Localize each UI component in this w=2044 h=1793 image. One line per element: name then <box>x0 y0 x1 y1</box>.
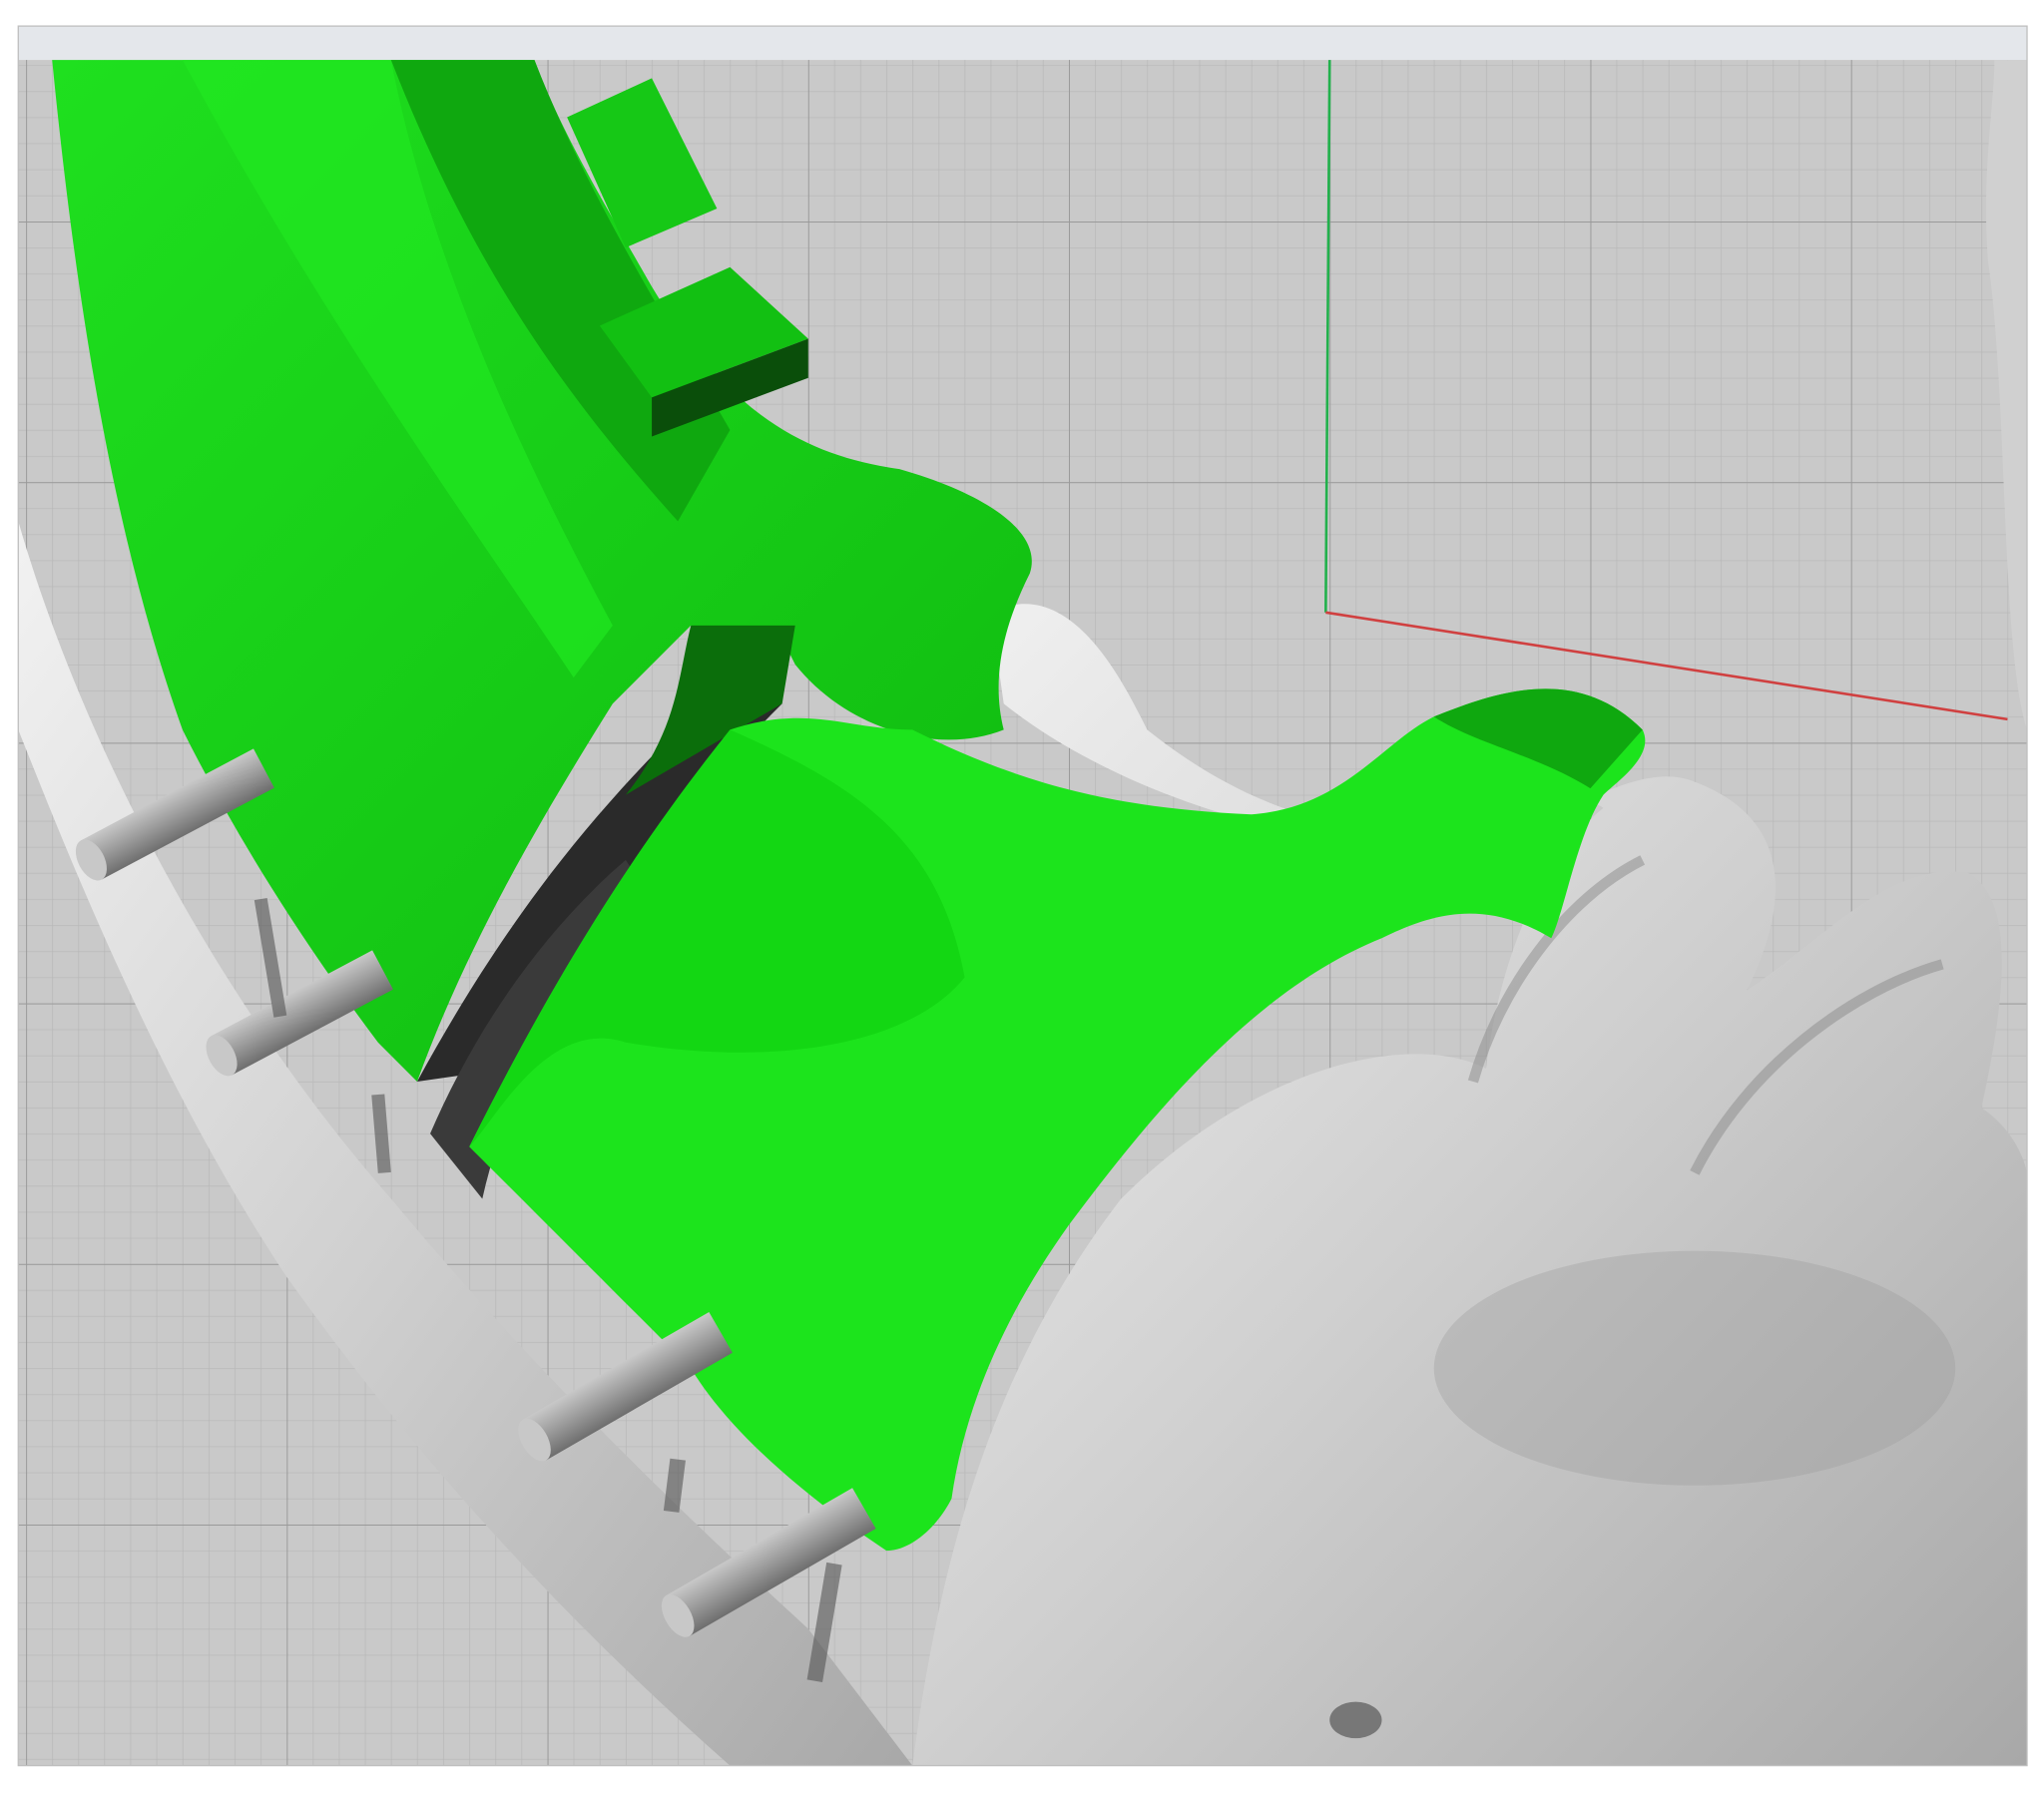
cad-application <box>0 0 2044 1793</box>
viewport-title-bar[interactable] <box>18 26 2028 61</box>
cad-viewport[interactable] <box>0 0 2044 1793</box>
